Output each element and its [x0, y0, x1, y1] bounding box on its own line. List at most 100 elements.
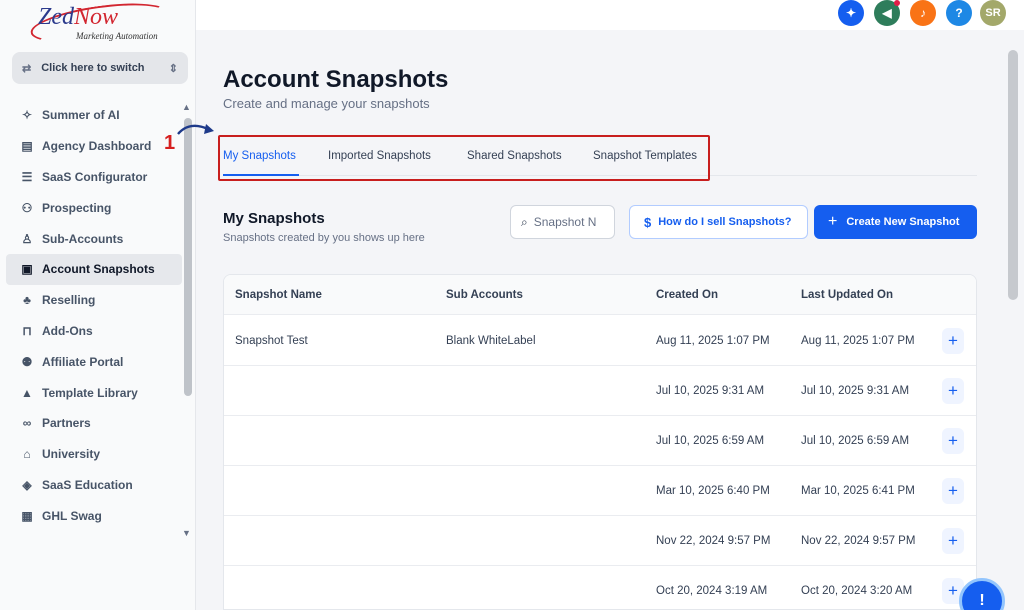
switch-icon: ⇄ [22, 62, 32, 75]
tab-my-snapshots[interactable]: My Snapshots [223, 150, 296, 162]
sidebar-item-reselling[interactable]: ♣ Reselling [6, 285, 182, 316]
cell-created-on: Jul 10, 2025 6:59 AM [656, 435, 765, 447]
tab-imported-snapshots[interactable]: Imported Snapshots [328, 150, 431, 162]
help-glyph: ? [955, 6, 963, 20]
chevron-updown-icon: ⇕ [168, 62, 178, 75]
cell-created-on: Oct 20, 2024 3:19 AM [656, 585, 768, 597]
logo-tagline: Marketing Automation [76, 31, 158, 41]
cell-last-updated: Jul 10, 2025 9:31 AM [801, 385, 910, 397]
logo-wordmark: ZedNow [38, 4, 119, 30]
help-icon[interactable]: ? [946, 0, 972, 26]
sidebar-item-label: Reselling [42, 293, 96, 308]
sidebar-item-ghl-swag[interactable]: ▦ GHL Swag [6, 500, 182, 531]
cell-created-on: Jul 10, 2025 9:31 AM [656, 385, 765, 397]
row-add-button[interactable]: + [942, 528, 964, 554]
user-icon: ♙ [21, 231, 33, 246]
sidebar-item-label: Sub-Accounts [42, 231, 124, 246]
sidebar-item-university[interactable]: ⌂ University [6, 439, 182, 470]
cell-created-on: Aug 11, 2025 1:07 PM [656, 335, 770, 347]
notification-dot [894, 0, 900, 6]
top-bar: ✦ ◀ ♪ ? SR [196, 0, 1024, 30]
sidebar-item-label: Add-Ons [42, 323, 93, 338]
snapshots-table: Snapshot Name Sub Accounts Created On La… [223, 274, 977, 610]
sidebar-scrollbar[interactable] [184, 118, 192, 396]
sparkle-icon: ✧ [21, 108, 33, 123]
table-row[interactable]: Nov 22, 2024 9:57 PM Nov 22, 2024 9:57 P… [224, 516, 976, 566]
scroll-up-icon[interactable]: ▲ [182, 102, 191, 112]
cell-last-updated: Oct 20, 2024 3:20 AM [801, 585, 913, 597]
handshake-icon: ∞ [22, 416, 32, 431]
sidebar-item-saas-education[interactable]: ◈ SaaS Education [6, 470, 182, 501]
plus-icon: + [828, 213, 838, 230]
row-add-button[interactable]: + [942, 378, 964, 404]
column-header-name[interactable]: Snapshot Name [235, 289, 322, 301]
table-row[interactable]: Snapshot Test Blank WhiteLabel Aug 11, 2… [224, 316, 976, 366]
dashboard-icon: ▤ [21, 139, 33, 154]
main-content: Account Snapshots Create and manage your… [196, 30, 1008, 610]
sidebar-item-saas-configurator[interactable]: ☰ SaaS Configurator [6, 162, 182, 193]
table-row[interactable]: Mar 10, 2025 6:40 PM Mar 10, 2025 6:41 P… [224, 466, 976, 516]
row-add-button[interactable]: + [942, 478, 964, 504]
sidebar-item-agency-dashboard[interactable]: ▤ Agency Dashboard [6, 131, 182, 162]
column-header-sub-accounts[interactable]: Sub Accounts [446, 289, 523, 301]
section-subtitle: Snapshots created by you shows up here [223, 232, 425, 244]
bag-icon: ⊓ [22, 323, 32, 338]
create-snapshot-button[interactable]: + Create New Snapshot [814, 205, 977, 239]
annotation-step-number: 1 [164, 132, 176, 154]
snapshot-search[interactable]: ⌕ [510, 205, 615, 239]
sidebar-item-label: SaaS Configurator [42, 169, 148, 184]
cell-last-updated: Mar 10, 2025 6:41 PM [801, 485, 915, 497]
sidebar-item-label: GHL Swag [42, 508, 102, 523]
sidebar-item-label: Affiliate Portal [42, 354, 124, 369]
sidebar-item-label: Account Snapshots [42, 262, 155, 277]
sidebar-item-label: University [42, 447, 101, 462]
snapshot-tabs: My Snapshots Imported Snapshots Shared S… [223, 142, 977, 176]
shapes-icon: ▲ [21, 385, 33, 400]
sidebar-item-affiliate-portal[interactable]: ⚉ Affiliate Portal [6, 346, 182, 377]
sidebar-item-summer-of-ai[interactable]: ✧ Summer of AI [6, 100, 182, 131]
how-to-sell-button[interactable]: $ How do I sell Snapshots? [629, 205, 808, 239]
row-add-button[interactable]: + [942, 428, 964, 454]
sidebar-item-partners[interactable]: ∞ Partners [6, 408, 182, 439]
cube-icon: ◈ [22, 477, 32, 492]
group-icon: ⚉ [21, 354, 33, 369]
account-switcher[interactable]: ⇄ Click here to switch ⇕ [12, 52, 188, 84]
sidebar-item-label: Summer of AI [42, 108, 120, 123]
page-title: Account Snapshots [223, 66, 449, 93]
graduation-cap-icon: ⌂ [23, 447, 31, 462]
sidebar-item-label: Agency Dashboard [42, 139, 152, 154]
bell-icon[interactable]: ♪ [910, 0, 936, 26]
magic-wand-icon[interactable]: ✦ [838, 0, 864, 26]
page-subtitle: Create and manage your snapshots [223, 96, 430, 111]
cell-created-on: Nov 22, 2024 9:57 PM [656, 535, 771, 547]
row-add-button[interactable]: + [942, 328, 964, 354]
sidebar-item-add-ons[interactable]: ⊓ Add-Ons [6, 316, 182, 347]
search-input[interactable] [533, 215, 596, 229]
avatar-initials: SR [985, 7, 1001, 19]
page-scrollbar[interactable] [1008, 50, 1018, 300]
sidebar-item-label: SaaS Education [42, 477, 133, 492]
cell-created-on: Mar 10, 2025 6:40 PM [656, 485, 770, 497]
column-header-created[interactable]: Created On [656, 289, 718, 301]
tab-shared-snapshots[interactable]: Shared Snapshots [467, 150, 562, 162]
scroll-down-icon[interactable]: ▼ [182, 528, 191, 538]
sidebar-item-account-snapshots[interactable]: ▣ Account Snapshots [6, 253, 182, 285]
sidebar-item-label: Template Library [42, 385, 138, 400]
how-to-sell-label: How do I sell Snapshots? [658, 216, 792, 228]
table-row[interactable]: Jul 10, 2025 6:59 AM Jul 10, 2025 6:59 A… [224, 416, 976, 466]
snapshot-icon: ▣ [21, 262, 33, 277]
sidebar-item-template-library[interactable]: ▲ Template Library [6, 377, 182, 408]
table-row[interactable]: Oct 20, 2024 3:19 AM Oct 20, 2024 3:20 A… [224, 566, 976, 609]
dollar-icon: $ [644, 214, 652, 230]
avatar[interactable]: SR [980, 0, 1006, 26]
sidebar-item-sub-accounts[interactable]: ♙ Sub-Accounts [6, 223, 182, 254]
section-title: My Snapshots [223, 210, 325, 227]
sidebar-item-prospecting[interactable]: ⚇ Prospecting [6, 192, 182, 223]
column-header-updated[interactable]: Last Updated On [801, 289, 893, 301]
table-row[interactable]: Jul 10, 2025 9:31 AM Jul 10, 2025 9:31 A… [224, 366, 976, 416]
cell-snapshot-name: Snapshot Test [235, 335, 308, 347]
network-icon: ♣ [23, 293, 31, 308]
brand-logo[interactable]: ZedNow Marketing Automation [28, 0, 180, 50]
table-header: Snapshot Name Sub Accounts Created On La… [224, 275, 976, 315]
tab-snapshot-templates[interactable]: Snapshot Templates [593, 150, 697, 162]
